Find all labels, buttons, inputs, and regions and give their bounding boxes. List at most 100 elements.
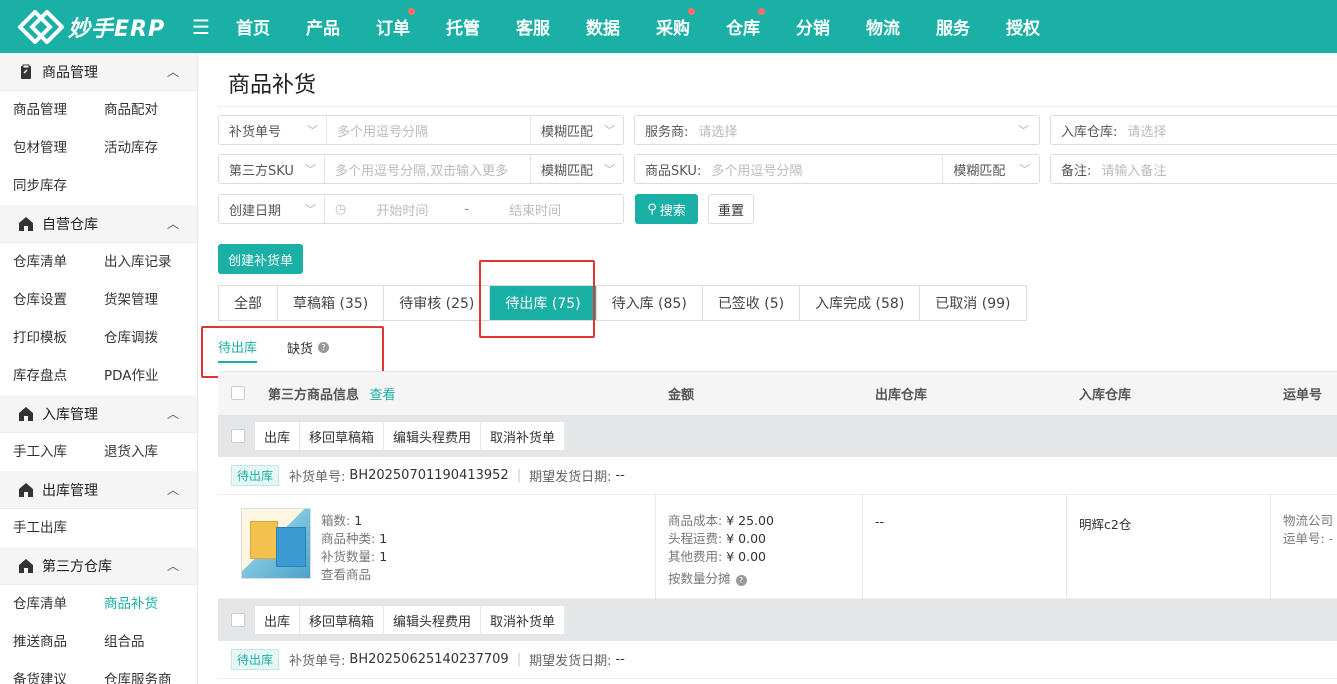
start-time-input[interactable]: 开始时间: [376, 200, 428, 219]
order-checkbox[interactable]: [231, 429, 245, 443]
order-action-button[interactable]: 取消补货单: [481, 422, 566, 450]
nav-item[interactable]: 订单: [358, 8, 428, 39]
sidebar-group[interactable]: 商品管理 ︿: [0, 53, 197, 91]
remark-label: 备注:: [1061, 163, 1092, 179]
sidebar-group[interactable]: 入库管理 ︿: [0, 395, 197, 433]
nav-item[interactable]: 物流: [848, 14, 918, 39]
sidebar-item[interactable]: PDA作业: [104, 357, 195, 395]
status-badge: 待出库: [231, 465, 280, 486]
order-action-button[interactable]: 取消补货单: [481, 606, 566, 634]
sidebar-item[interactable]: 仓库清单: [13, 243, 104, 281]
sidebar-item[interactable]: 仓库调拨: [104, 319, 195, 357]
view-goods-link[interactable]: 查看商品: [321, 564, 371, 583]
match-mode-label: 模糊匹配: [953, 163, 1006, 179]
sidebar-item[interactable]: 仓库服务商: [104, 661, 195, 684]
nav-item[interactable]: 服务: [918, 14, 988, 39]
sidebar-group[interactable]: 第三方仓库 ︿: [0, 547, 197, 585]
order-checkbox[interactable]: [231, 613, 245, 627]
sidebar-item[interactable]: 商品管理: [13, 91, 104, 129]
end-time-input[interactable]: 结束时间: [509, 200, 561, 219]
restock-no-input[interactable]: 多个用逗号分隔: [327, 116, 531, 144]
order-action-button[interactable]: 编辑头程费用: [384, 422, 482, 450]
order-header: 待出库 补货单号: BH20250625140237709 | 期望发货日期: …: [218, 641, 1337, 679]
sidebar-item[interactable]: 货架管理: [104, 281, 195, 319]
sidebar-item[interactable]: 出入库记录: [104, 243, 195, 281]
select-all-checkbox[interactable]: [231, 386, 245, 400]
remark-input[interactable]: 备注: 请输入备注: [1050, 154, 1337, 184]
inbound-wh-label: 入库仓库:: [1061, 124, 1118, 140]
product-sku-filter: 商品SKU: 多个用逗号分隔 模糊匹配 ﹀: [634, 154, 1040, 184]
cost-label: 商品成本:: [668, 513, 723, 528]
product-thumbnail[interactable]: [241, 508, 311, 579]
sidebar-item[interactable]: 手工入库: [13, 433, 104, 471]
status-tab[interactable]: 待审核 (25): [384, 286, 491, 320]
status-tab[interactable]: 待入库 (85): [597, 286, 703, 320]
restock-no-value: BH20250625140237709: [349, 652, 509, 667]
sidebar-item[interactable]: 仓库设置: [13, 281, 104, 319]
sidebar-item[interactable]: 仓库清单: [13, 585, 104, 623]
view-link[interactable]: 查看: [370, 388, 396, 403]
product-image-shape: [276, 527, 306, 567]
nav-item[interactable]: 客服: [498, 14, 568, 39]
order-action-button[interactable]: 出库: [255, 606, 301, 634]
sidebar-item[interactable]: 推送商品: [13, 623, 104, 661]
order-action-button[interactable]: 移回草稿箱: [300, 422, 385, 450]
match-mode-select-2[interactable]: 模糊匹配 ﹀: [531, 155, 623, 183]
date-type-select[interactable]: 创建日期 ﹀: [219, 195, 325, 223]
order-header: 待出库 补货单号: BH20250701190413952 | 期望发货日期: …: [218, 457, 1337, 495]
status-tab[interactable]: 草稿箱 (35): [278, 286, 385, 320]
sidebar-item[interactable]: 打印模板: [13, 319, 104, 357]
sidebar-item[interactable]: 备货建议: [13, 661, 104, 684]
ship-date-value: --: [615, 652, 625, 667]
nav-item[interactable]: 数据: [568, 14, 638, 39]
status-tab[interactable]: 入库完成 (58): [800, 286, 921, 320]
nav-item[interactable]: 仓库: [708, 8, 778, 39]
help-icon[interactable]: ?: [735, 575, 747, 586]
provider-label: 服务商:: [645, 124, 689, 140]
sidebar-item[interactable]: 库存盘点: [13, 357, 104, 395]
match-mode-select-1[interactable]: 模糊匹配 ﹀: [531, 116, 623, 144]
restock-no-select[interactable]: 补货单号 ﹀: [219, 116, 327, 144]
nav-item[interactable]: 分销: [778, 14, 848, 39]
create-restock-button[interactable]: 创建补货单: [218, 244, 303, 274]
sidebar-item[interactable]: 同步库存: [13, 167, 104, 205]
status-tab[interactable]: 已签收 (5): [703, 286, 801, 320]
sidebar-item[interactable]: 手工出库: [13, 509, 104, 547]
status-tab[interactable]: 全部: [219, 286, 278, 320]
sidebar-item[interactable]: 退货入库: [104, 433, 195, 471]
product-sku-input[interactable]: 多个用逗号分隔: [701, 155, 944, 183]
highlight-box: [479, 260, 595, 338]
tracking-label: 运单号: -: [1283, 531, 1334, 546]
match-mode-select-3[interactable]: 模糊匹配 ﹀: [943, 155, 1038, 183]
separator: |: [516, 652, 522, 667]
sidebar-item[interactable]: 包材管理: [13, 129, 104, 167]
sidebar-item[interactable]: 活动库存: [104, 129, 195, 167]
sidebar-item[interactable]: 组合品: [104, 623, 195, 661]
inbound-warehouse-select[interactable]: 入库仓库: 请选择: [1050, 115, 1337, 145]
chevron-down-icon: ﹀: [305, 163, 316, 176]
status-tab[interactable]: 已取消 (99): [920, 286, 1025, 320]
sidebar-group[interactable]: 出库管理 ︿: [0, 471, 197, 509]
order-action-button[interactable]: 移回草稿箱: [300, 606, 385, 634]
order-action-button[interactable]: 编辑头程费用: [384, 606, 482, 634]
logo[interactable]: 妙手ERP: [0, 8, 200, 45]
sidebar-group[interactable]: 自营仓库 ︿: [0, 205, 197, 243]
sidebar-item[interactable]: 商品补货: [104, 585, 195, 623]
nav-item[interactable]: 授权: [988, 14, 1058, 39]
main-content: 商品补货 补货单号 ﹀ 多个用逗号分隔 模糊匹配 ﹀ 服务商: 请选择 ﹀ 入库…: [199, 53, 1337, 684]
nav-item[interactable]: 采购: [638, 8, 708, 39]
third-sku-select[interactable]: 第三方SKU ﹀: [219, 155, 325, 183]
search-button[interactable]: ⚲ 搜索: [635, 194, 698, 224]
nav-item[interactable]: 托管: [428, 14, 498, 39]
nav-item[interactable]: 产品: [288, 14, 358, 39]
menu-toggle-icon[interactable]: ☰: [184, 15, 218, 39]
col-out-warehouse: 出库仓库: [875, 388, 928, 403]
sidebar-item[interactable]: 商品配对: [104, 91, 195, 129]
order-action-button[interactable]: 出库: [255, 422, 301, 450]
reset-button[interactable]: 重置: [708, 194, 754, 224]
chevron-down-icon: ﹀: [604, 124, 615, 137]
nav-item[interactable]: 首页: [218, 14, 288, 39]
provider-select[interactable]: 服务商: 请选择 ﹀: [634, 115, 1040, 145]
third-sku-input[interactable]: 多个用逗号分隔,双击输入更多: [325, 155, 531, 183]
nav-item-label: 客服: [516, 19, 550, 39]
